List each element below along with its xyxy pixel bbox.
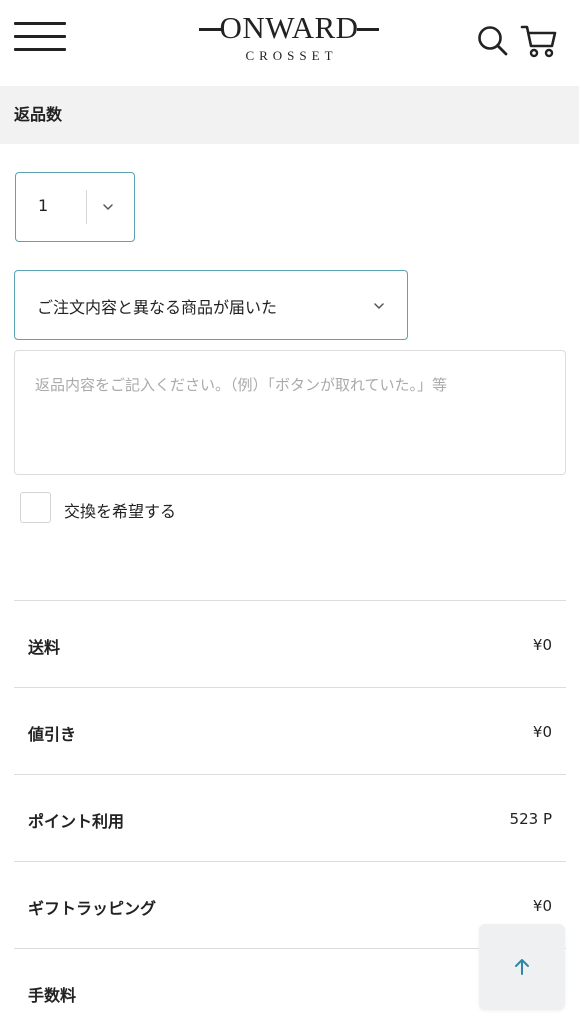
return-reason-value: ご注文内容と異なる商品が届いた <box>37 298 278 317</box>
site-logo[interactable]: ONWARD CROSSET <box>199 10 379 66</box>
menu-bar <box>14 48 66 51</box>
search-icon[interactable] <box>474 22 512 60</box>
menu-bar <box>14 22 66 25</box>
chevron-down-icon <box>371 298 387 314</box>
summary-label: ポイント利用 <box>28 812 125 831</box>
summary-value: 523 P <box>509 810 552 828</box>
summary-value: ¥0 <box>532 723 552 741</box>
summary-row-points: ポイント利用 523 P <box>14 774 566 861</box>
site-header: ONWARD CROSSET <box>0 0 579 86</box>
summary-label: 送料 <box>28 638 61 657</box>
quantity-value: 1 <box>38 196 49 215</box>
logo-main-text: ONWARD <box>199 10 379 46</box>
menu-bar <box>14 35 66 38</box>
summary-label: 手数料 <box>28 986 77 1005</box>
scroll-to-top-button[interactable] <box>479 924 565 1010</box>
section-title: 返品数 <box>0 86 579 144</box>
return-detail-textarea[interactable] <box>14 350 566 475</box>
arrow-up-icon <box>515 959 529 975</box>
menu-icon[interactable] <box>14 22 66 54</box>
return-reason-select[interactable]: ご注文内容と異なる商品が届いた <box>14 270 408 340</box>
summary-row-shipping: 送料 ¥0 <box>14 600 566 687</box>
summary-row-discount: 値引き ¥0 <box>14 687 566 774</box>
chevron-down-icon <box>100 199 116 215</box>
summary-value: ¥0 <box>532 897 552 915</box>
cart-icon[interactable] <box>520 22 558 60</box>
exchange-checkbox[interactable] <box>20 492 51 523</box>
exchange-label: 交換を希望する <box>64 502 177 521</box>
quantity-select[interactable]: 1 <box>15 172 135 242</box>
divider <box>86 190 87 224</box>
summary-label: 値引き <box>28 725 77 744</box>
summary-value: ¥0 <box>532 636 552 654</box>
summary-label: ギフトラッピング <box>28 899 157 918</box>
logo-sub-text: CROSSET <box>245 48 338 63</box>
